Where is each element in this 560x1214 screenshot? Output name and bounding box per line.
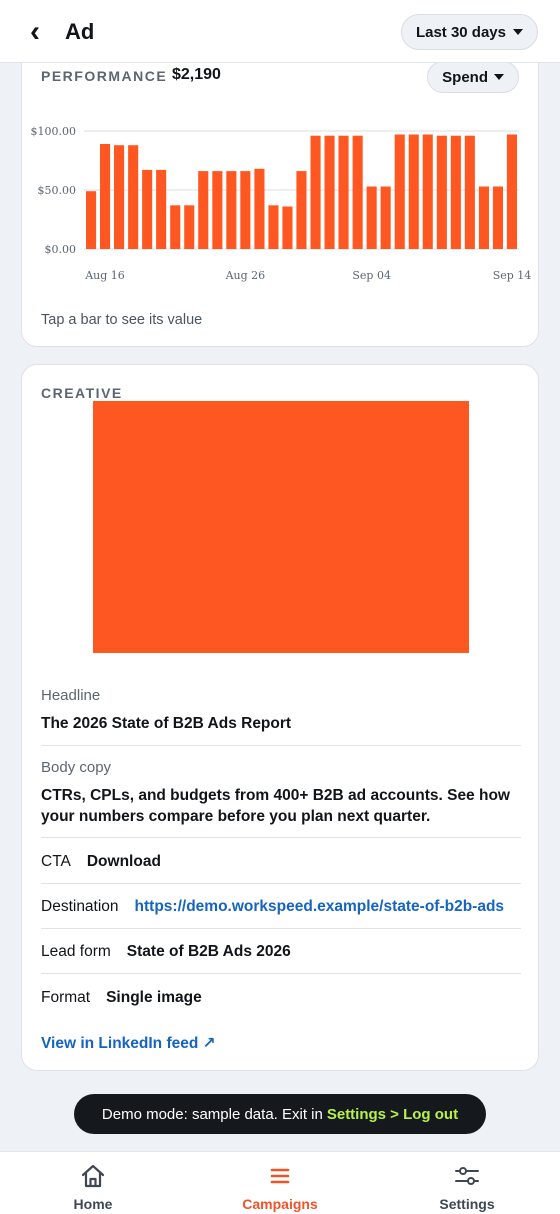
performance-section-label: PERFORMANCE — [41, 68, 168, 84]
headline-value: The 2026 State of B2B Ads Report — [41, 715, 292, 732]
chart-bar[interactable] — [254, 168, 265, 249]
cta-row: CTA Download — [41, 851, 521, 873]
performance-total: $2,190 — [172, 66, 221, 83]
chart-bar[interactable] — [436, 135, 447, 249]
chart-bar[interactable] — [492, 186, 503, 250]
toast-text: Demo mode: sample data. Exit in — [101, 1105, 323, 1123]
chart-bar[interactable] — [408, 134, 419, 250]
lead-form-row: Lead form State of B2B Ads 2026 — [41, 941, 521, 963]
chart-bar[interactable] — [380, 186, 391, 250]
chart-bar[interactable] — [324, 135, 335, 249]
x-tick-label: Sep 04 — [352, 269, 391, 282]
chart-bar[interactable] — [128, 145, 139, 249]
divider — [41, 883, 521, 884]
nav-item-home[interactable]: Home — [33, 1162, 153, 1212]
chart-bar[interactable] — [156, 169, 167, 249]
lead-form-label: Lead form — [41, 943, 111, 960]
back-button[interactable]: ‹ — [22, 17, 48, 49]
date-range-label: Last 30 days — [415, 23, 506, 41]
divider — [41, 745, 521, 746]
page-title: Ad — [65, 19, 95, 44]
nav-label-settings: Settings — [439, 1196, 495, 1212]
list-icon — [270, 1168, 290, 1184]
nav-item-campaigns[interactable]: Campaigns — [220, 1162, 340, 1212]
chart-bar[interactable] — [310, 135, 321, 249]
chevron-down-icon — [494, 74, 504, 80]
divider — [41, 928, 521, 929]
demo-mode-toast: Demo mode: sample data. Exit in Settings… — [74, 1094, 486, 1134]
chart-bar[interactable] — [422, 134, 433, 250]
spend-chart: $0.00 $50.00 $100.00 Aug 16 Aug 26 Sep 04 Sep … — [22, 119, 540, 289]
creative-card: CREATIVE Headline The 2026 State of B2B … — [21, 364, 539, 1071]
lead-form-value: State of B2B Ads 2026 — [126, 943, 291, 960]
chart-bar[interactable] — [506, 134, 517, 250]
x-tick-label: Sep 14 — [493, 269, 532, 282]
chart-bar[interactable] — [366, 186, 377, 250]
cta-label: CTA — [41, 853, 71, 870]
chart-bar[interactable] — [198, 171, 209, 249]
destination-link[interactable]: https://demo.workspeed.example/state-of-… — [135, 898, 505, 916]
chart-bar[interactable] — [282, 206, 293, 250]
chart-bar[interactable] — [464, 135, 475, 249]
top-app-bar: ‹ Ad Last 30 days — [0, 0, 560, 63]
destination-row: Destination https://demo.workspeed.examp… — [41, 896, 521, 918]
metric-select-label: Spend — [442, 68, 488, 86]
body-copy-label: Body copy — [41, 759, 112, 776]
y-tick-label: $50.00 — [38, 184, 77, 197]
divider — [41, 837, 521, 838]
view-in-linkedin-link[interactable]: View in LinkedIn feed ↗ — [41, 1034, 216, 1053]
spend-bar-chart-svg: $0.00 $50.00 $100.00 Aug 16 Aug 26 Sep 04 Sep … — [31, 125, 532, 282]
format-value: Single image — [106, 989, 202, 1006]
y-tick-label: $100.00 — [31, 125, 77, 138]
nav-label-home: Home — [73, 1196, 113, 1212]
x-tick-label: Aug 16 — [84, 269, 125, 282]
chart-bar[interactable] — [114, 145, 125, 249]
x-tick-label: Aug 26 — [225, 269, 266, 282]
divider — [41, 973, 521, 974]
chart-bar[interactable] — [86, 191, 97, 249]
chevron-down-icon — [513, 29, 523, 35]
home-icon — [81, 1164, 105, 1188]
chart-bar[interactable] — [450, 135, 461, 249]
creative-image — [93, 401, 469, 653]
bottom-navigation: Home Campaigns Settings — [0, 1151, 560, 1214]
creative-section-label: CREATIVE — [41, 385, 123, 401]
chart-bar[interactable] — [184, 205, 195, 249]
performance-card: PERFORMANCE $2,190 Spend $0.00 $50.00 $100… — [21, 30, 539, 347]
format-row: Format Single image — [41, 987, 521, 1009]
headline-label: Headline — [41, 687, 101, 704]
body-copy-value: CTRs, CPLs, and budgets from 400+ B2B ad… — [41, 787, 510, 825]
y-tick-label: $0.00 — [45, 243, 77, 256]
chart-bar[interactable] — [170, 205, 181, 249]
chart-bar[interactable] — [100, 144, 111, 249]
destination-label: Destination — [41, 898, 119, 915]
chart-bar[interactable] — [142, 169, 153, 249]
chart-bar[interactable] — [212, 171, 223, 249]
chart-hint: Tap a bar to see its value — [41, 312, 203, 328]
date-range-button[interactable]: Last 30 days — [400, 14, 538, 50]
metric-select-button[interactable]: Spend — [427, 61, 519, 93]
format-label: Format — [41, 989, 91, 1006]
chart-bar[interactable] — [296, 171, 307, 249]
chart-bar[interactable] — [268, 205, 279, 249]
chart-bar[interactable] — [394, 134, 405, 250]
toast-settings-link[interactable]: Settings > Log out — [327, 1106, 458, 1123]
sliders-icon — [455, 1167, 479, 1185]
chart-bar[interactable] — [240, 171, 251, 249]
chart-bar[interactable] — [338, 135, 349, 249]
chart-bar[interactable] — [478, 186, 489, 250]
nav-item-settings[interactable]: Settings — [407, 1162, 527, 1212]
chart-bar[interactable] — [226, 171, 237, 249]
nav-label-campaigns: Campaigns — [242, 1196, 318, 1212]
chart-bar[interactable] — [352, 135, 363, 249]
cta-value: Download — [86, 853, 161, 870]
